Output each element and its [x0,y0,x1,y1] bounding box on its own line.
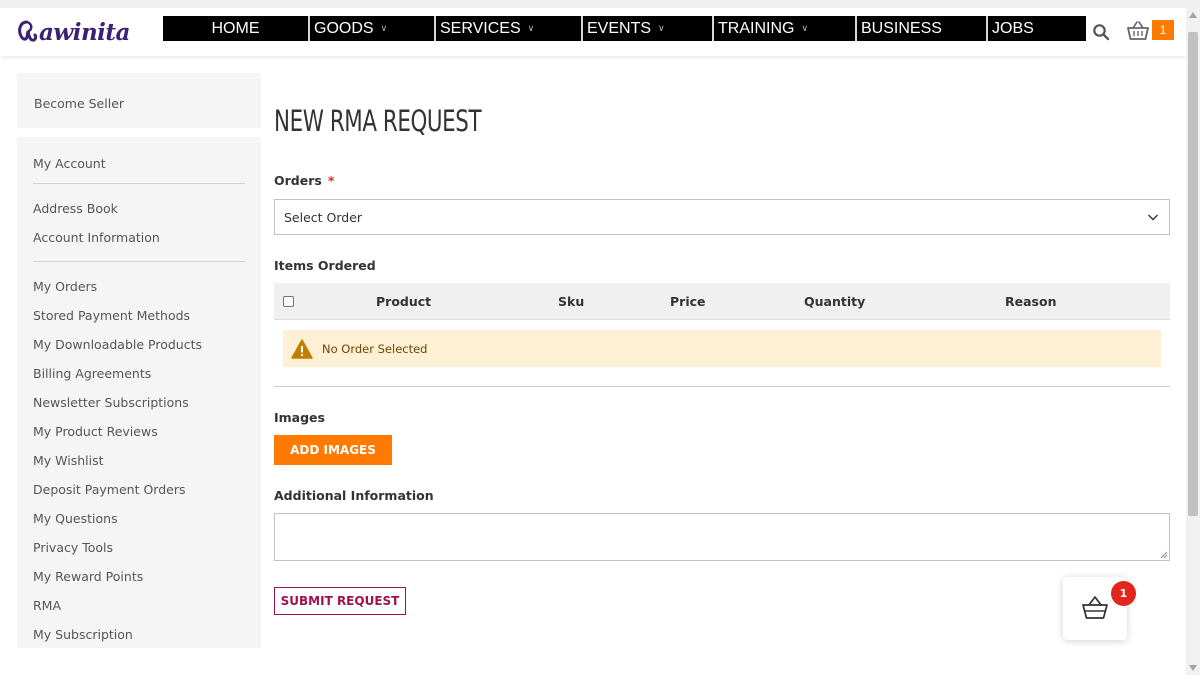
required-asterisk: * [327,173,335,188]
sidebar-item-deposit-payment-orders[interactable]: Deposit Payment Orders [33,480,245,509]
page-scrollbar[interactable] [1186,8,1200,675]
additional-information-label: Additional Information [274,488,434,503]
orders-select[interactable]: Select Order [274,199,1170,235]
items-ordered-label: Items Ordered [274,258,376,273]
nav-services[interactable]: SERVICES ∨ [436,16,583,41]
sidebar-item-downloadable-products[interactable]: My Downloadable Products [33,335,245,364]
scrollbar-thumb[interactable] [1188,32,1198,516]
resize-grip-icon[interactable] [1160,551,1168,559]
select-all-checkbox[interactable] [283,296,294,307]
sidebar-item-newsletter-subscriptions[interactable]: Newsletter Subscriptions [33,393,245,422]
orders-label-text: Orders [274,173,322,188]
sidebar-item-become-seller[interactable]: Become Seller [34,94,244,123]
sidebar-item-my-questions[interactable]: My Questions [33,509,245,538]
sidebar-item-my-orders[interactable]: My Orders [33,277,245,306]
additional-information-textarea[interactable] [274,513,1170,561]
items-table-header: Product Sku Price Quantity Reason [274,283,1170,320]
chevron-down-icon [1148,214,1158,221]
items-table: Product Sku Price Quantity Reason No Ord… [274,283,1170,367]
orders-select-value: Select Order [284,209,363,225]
sidebar-item-account-information[interactable]: Account Information [33,228,245,257]
sidebar-divider [33,261,245,262]
sidebar-item-wishlist[interactable]: My Wishlist [33,451,245,480]
nav-label: EVENTS [587,19,652,37]
chevron-down-icon: ∨ [527,23,535,33]
floating-cart-count-badge: 1 [1111,581,1136,606]
sidebar-item-product-reviews[interactable]: My Product Reviews [33,422,245,451]
nav-label: BUSINESS [861,19,942,37]
site-logo[interactable]: awinita [16,16,130,48]
page-title: NEW RMA REQUEST [274,104,482,138]
nav-jobs[interactable]: JOBS [988,16,1086,41]
chevron-down-icon: ∨ [658,23,665,33]
basket-icon [1082,596,1108,619]
sidebar-item-my-subscription[interactable]: My Subscription [33,625,245,654]
sidebar-item-my-account[interactable]: My Account [33,154,245,183]
nav-label: SERVICES [440,19,521,37]
account-sidebar: Become Seller My Account Address Book Ac… [17,73,261,648]
cart-count-badge[interactable]: 1 [1152,20,1174,40]
notice-text: No Order Selected [322,341,428,356]
sidebar-item-rma[interactable]: RMA [33,596,245,625]
section-divider [274,386,1170,387]
browser-top-strip [0,0,1200,8]
chevron-down-icon: ∨ [801,23,809,33]
submit-request-button[interactable]: SUBMIT REQUEST [274,587,406,615]
sidebar-divider [33,183,245,184]
nav-home[interactable]: HOME [163,16,310,41]
sidebar-item-address-book[interactable]: Address Book [33,199,245,228]
sidebar-item-reward-points[interactable]: My Reward Points [33,567,245,596]
basket-icon[interactable] [1126,20,1150,42]
chevron-down-icon: ∨ [380,23,388,33]
logo-text: awinita [39,18,130,46]
nav-label: GOODS [314,19,374,37]
sidebar-item-privacy-tools[interactable]: Privacy Tools [33,538,245,567]
no-order-notice: No Order Selected [283,330,1161,367]
add-images-button[interactable]: ADD IMAGES [274,435,392,465]
main-navigation: HOME GOODS ∨ SERVICES ∨ EVENTS ∨ TRAININ… [163,16,1086,41]
column-header-reason: Reason [1005,294,1057,309]
sidebar-item-billing-agreements[interactable]: Billing Agreements [33,364,245,393]
rma-form: NEW RMA REQUEST Orders * Select Order Ite… [274,100,1170,615]
images-label: Images [274,410,325,425]
nav-goods[interactable]: GOODS ∨ [310,16,436,41]
nav-label: JOBS [992,19,1034,37]
column-header-price: Price [670,294,706,309]
account-nav: My Account Address Book Account Informat… [17,137,261,648]
logo-mark-icon [16,19,38,45]
warning-icon [291,338,313,359]
column-header-sku: Sku [558,294,585,309]
scroll-up-arrow-icon[interactable] [1189,12,1197,18]
column-header-quantity: Quantity [804,294,866,309]
nav-business[interactable]: BUSINESS [857,16,988,41]
scroll-down-arrow-icon[interactable] [1189,665,1197,671]
nav-label: HOME [211,19,260,37]
column-header-product: Product [376,294,432,309]
search-icon[interactable] [1092,23,1110,41]
sidebar-item-stored-payment-methods[interactable]: Stored Payment Methods [33,306,245,335]
site-header: awinita HOME GOODS ∨ SERVICES ∨ EVENTS ∨… [0,8,1186,56]
nav-events[interactable]: EVENTS ∨ [583,16,714,41]
nav-label: TRAINING [718,19,795,37]
orders-label: Orders * [274,173,334,188]
nav-training[interactable]: TRAINING ∨ [714,16,857,41]
become-seller-box: Become Seller [17,73,261,128]
